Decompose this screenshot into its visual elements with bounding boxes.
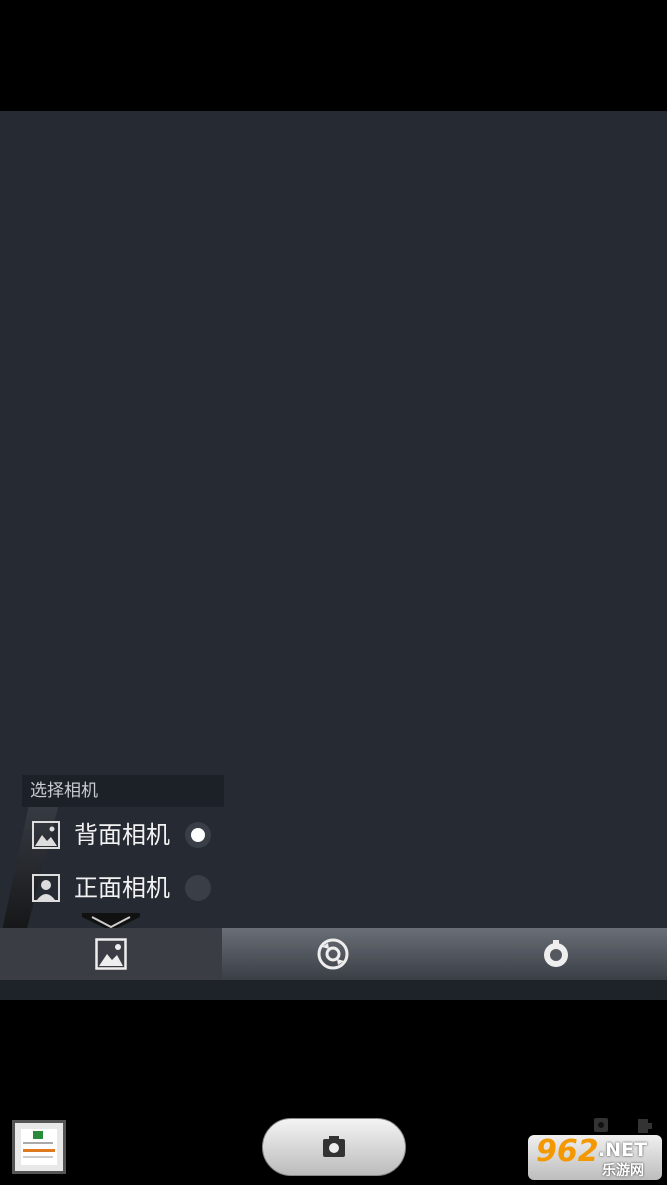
shutter-button[interactable] xyxy=(262,1118,406,1176)
tab-camera-mode[interactable] xyxy=(222,928,444,980)
option-front-camera-label: 正面相机 xyxy=(74,874,170,902)
watermark-subtitle: 乐游网 xyxy=(602,1163,644,1179)
watermark-suffix: .NET xyxy=(598,1139,648,1161)
site-watermark-logo: 962 .NET 乐游网 xyxy=(528,1135,662,1180)
last-photo-thumbnail[interactable] xyxy=(12,1120,66,1174)
option-back-camera-label: 背面相机 xyxy=(74,821,170,849)
portrait-icon xyxy=(32,874,60,902)
landscape-icon xyxy=(32,821,60,849)
tab-camera-select[interactable] xyxy=(0,928,222,980)
tabbar-shadow xyxy=(0,980,667,1000)
video-mode-indicator-icon xyxy=(638,1119,648,1133)
thumbnail-preview xyxy=(21,1129,57,1165)
tab-timer[interactable] xyxy=(444,928,667,980)
radio-unselected[interactable] xyxy=(185,875,211,901)
camera-picker-title: 选择相机 xyxy=(22,775,224,807)
timer-icon xyxy=(543,940,568,967)
option-front-camera[interactable]: 正面相机 xyxy=(30,865,224,911)
camera-picker-popup: 选择相机 背面相机 正面相机 xyxy=(22,775,224,925)
radio-selected[interactable] xyxy=(185,822,211,848)
watermark-brand: 962 xyxy=(536,1135,599,1169)
option-back-camera[interactable]: 背面相机 xyxy=(30,812,224,858)
camera-icon xyxy=(323,1136,345,1157)
rotate-camera-icon xyxy=(317,938,349,970)
landscape-icon xyxy=(95,938,127,970)
camera-tabbar xyxy=(0,928,667,980)
status-icons xyxy=(594,1118,652,1133)
